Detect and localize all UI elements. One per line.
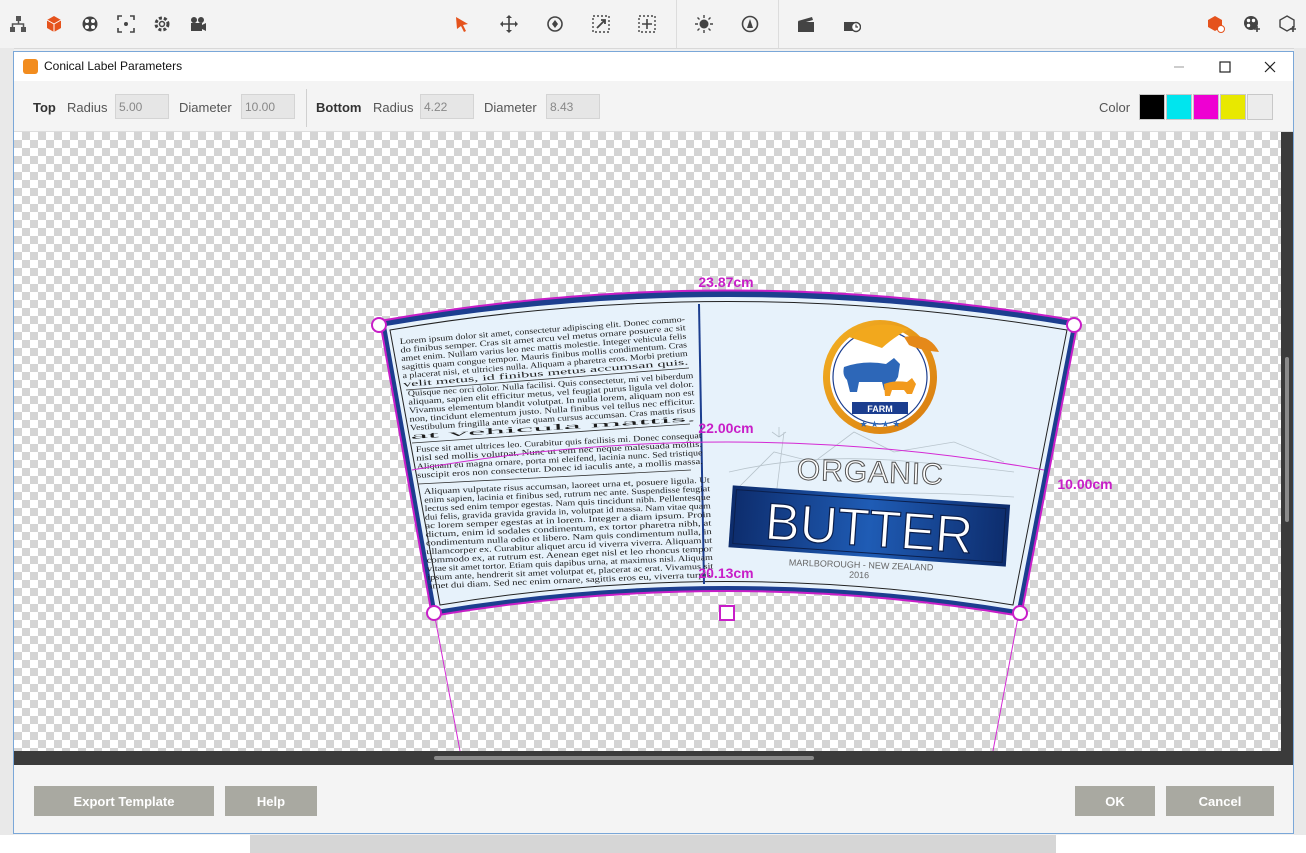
bottom-diameter-label: Diameter [484, 100, 537, 115]
camera-icon[interactable] [186, 12, 210, 36]
minimize-icon [1174, 66, 1184, 67]
organic-text: ORGANIC [796, 453, 944, 491]
close-button[interactable] [1247, 52, 1293, 81]
top-diameter-field[interactable]: 10.00 [241, 94, 295, 119]
badge-text: FARM [867, 404, 893, 414]
export-template-button[interactable]: Export Template [34, 786, 214, 816]
toolbar-separator [778, 0, 779, 48]
minimize-button[interactable] [1156, 52, 1202, 81]
render-clip-icon[interactable] [840, 12, 864, 36]
handle-bottom-left[interactable] [426, 605, 442, 621]
color-swatch-black[interactable] [1139, 94, 1165, 120]
app-logo-icon [23, 59, 38, 74]
color-swatch-cyan[interactable] [1166, 94, 1192, 120]
label-preview-svg: Lorem ipsum dolor sit amet, consectetur … [371, 274, 1113, 751]
add-part-icon[interactable] [1204, 12, 1228, 36]
maximize-icon [1219, 60, 1231, 73]
handle-top-right[interactable] [1066, 317, 1082, 333]
guide-line-right [992, 611, 1020, 751]
text-paragraph-4: Aliquam vulputate risus accumsan, laoree… [424, 475, 714, 590]
parameters-bar: Top Radius 5.00 Diameter 10.00 Bottom Ra… [14, 81, 1293, 132]
dialog-title: Conical Label Parameters [44, 59, 183, 73]
dim-top-width: 23.87cm [698, 274, 753, 290]
divider [306, 89, 307, 127]
pivot-icon[interactable] [635, 12, 659, 36]
close-icon [1264, 61, 1276, 72]
handle-bottom-right[interactable] [1012, 605, 1028, 621]
handle-top-left[interactable] [371, 317, 387, 333]
environment-icon[interactable] [738, 12, 762, 36]
dialog-titlebar: Conical Label Parameters [14, 52, 1293, 81]
dim-bottom-width: 20.13cm [698, 565, 753, 581]
top-diameter-label: Diameter [179, 100, 232, 115]
color-swatch-magenta[interactable] [1193, 94, 1219, 120]
move-icon[interactable] [497, 12, 521, 36]
ok-button[interactable]: OK [1075, 786, 1155, 816]
label-preview-canvas[interactable]: Lorem ipsum dolor sit amet, consectetur … [14, 132, 1281, 751]
top-radius-label: Radius [67, 100, 108, 115]
materials-icon[interactable] [78, 12, 102, 36]
color-swatch-yellow[interactable] [1220, 94, 1246, 120]
bottom-label: Bottom [316, 100, 362, 115]
toolbar-separator [676, 0, 677, 48]
add-material-icon[interactable] [1240, 12, 1264, 36]
dim-height: 10.00cm [1057, 476, 1112, 492]
conical-label-dialog: Conical Label Parameters Top Radius 5.00… [13, 51, 1294, 834]
add-model-icon[interactable] [1276, 12, 1300, 36]
app-background [0, 48, 14, 835]
rotate-icon[interactable] [543, 12, 567, 36]
horizontal-scroll-thumb[interactable] [434, 756, 814, 760]
cancel-button[interactable]: Cancel [1166, 786, 1274, 816]
bottom-radius-label: Radius [373, 100, 414, 115]
vertical-scroll-thumb[interactable] [1285, 357, 1289, 522]
badge-stars: ★ ★ ★ ★ [860, 420, 901, 430]
focus-icon[interactable] [114, 12, 138, 36]
color-swatch-white[interactable] [1247, 94, 1273, 120]
floor-grid [250, 835, 1056, 853]
maximize-button[interactable] [1202, 52, 1248, 81]
help-button[interactable]: Help [225, 786, 317, 816]
handle-bottom-center[interactable] [719, 605, 735, 621]
dim-middle-width: 22.00cm [698, 420, 753, 436]
horizontal-scrollbar[interactable] [14, 751, 1293, 765]
bottom-diameter-field[interactable]: 8.43 [546, 94, 600, 119]
dialog-footer: Export Template Help OK Cancel [14, 765, 1293, 833]
top-radius-field[interactable]: 5.00 [115, 94, 169, 119]
color-label: Color [1099, 100, 1131, 115]
app-background [1294, 48, 1306, 835]
bottom-radius-field[interactable]: 4.22 [420, 94, 474, 119]
guide-line-left [433, 611, 461, 751]
scale-icon[interactable] [589, 12, 613, 36]
light-icon[interactable] [692, 12, 716, 36]
animation-icon[interactable] [794, 12, 818, 36]
settings-icon[interactable] [150, 12, 174, 36]
hierarchy-icon[interactable] [6, 12, 30, 36]
app-toolbar [0, 0, 1306, 49]
app-viewport-floor [0, 835, 1306, 853]
cube-icon[interactable] [42, 12, 66, 36]
vertical-scrollbar[interactable] [1281, 132, 1293, 751]
top-label: Top [33, 100, 56, 115]
select-arrow-icon[interactable] [450, 12, 474, 36]
year-text: 2016 [849, 570, 869, 581]
